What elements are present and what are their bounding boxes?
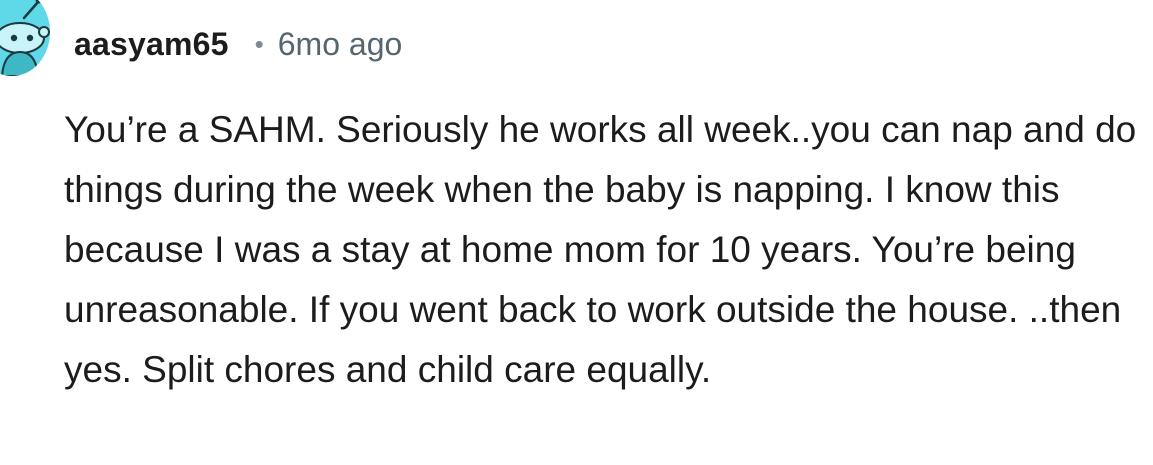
timestamp-link[interactable]: 6mo ago bbox=[278, 26, 403, 63]
comment-header: aasyam65 • 6mo ago bbox=[74, 22, 402, 66]
comment-card: aasyam65 • 6mo ago You’re a SAHM. Seriou… bbox=[0, 0, 1153, 465]
user-avatar[interactable] bbox=[0, 0, 50, 76]
separator-dot: • bbox=[254, 28, 264, 59]
comment-body: You’re a SAHM. Seriously he works all we… bbox=[64, 109, 1137, 390]
snoo-avatar-icon bbox=[0, 0, 50, 76]
username-link[interactable]: aasyam65 bbox=[74, 26, 229, 63]
